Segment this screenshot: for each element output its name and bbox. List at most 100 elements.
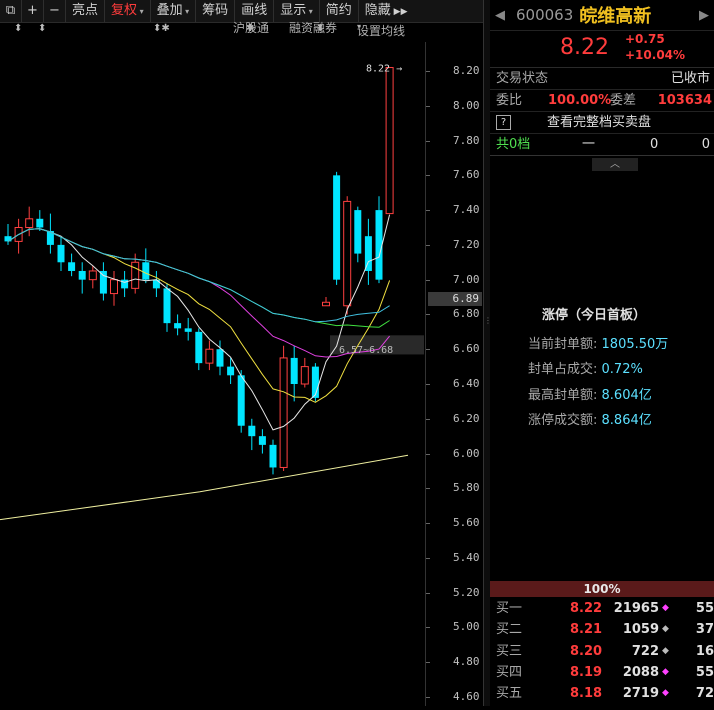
candle-body bbox=[354, 210, 362, 254]
margin-trading-link[interactable]: 融资融券 bbox=[289, 19, 337, 36]
candle-body bbox=[78, 270, 86, 280]
limit-info-row: 涨停成交额: 8.864亿 bbox=[528, 409, 652, 428]
chips-button[interactable]: 筹码 bbox=[196, 0, 236, 22]
bid-volume: 2719 bbox=[622, 686, 659, 702]
bid-level-label: 买二 bbox=[496, 622, 523, 638]
candle-body bbox=[227, 366, 235, 376]
last-price: 8.22 bbox=[560, 35, 609, 60]
price-tick-mark bbox=[426, 592, 430, 594]
trade-status-label: 交易状态 bbox=[496, 71, 549, 86]
bid-level-label: 买三 bbox=[496, 643, 523, 659]
candle-body bbox=[57, 244, 65, 263]
full-book-row[interactable]: ? 查看完整档买卖盘 bbox=[490, 112, 714, 134]
candle-body bbox=[36, 218, 44, 228]
dropdown-arrow-icon: ▾ bbox=[306, 7, 313, 16]
zoom-in-icon[interactable]: + bbox=[22, 0, 44, 22]
limit-info-row: 封单占成交: 0.72% bbox=[528, 358, 643, 377]
ask-levels-label: 共0档 bbox=[496, 137, 531, 152]
price-box: 8.22 +0.75 +10.04% bbox=[490, 31, 714, 68]
price-tick-label: 7.60 bbox=[453, 168, 480, 182]
price-tick-mark bbox=[426, 418, 430, 420]
expand-chevron-icon[interactable]: ︿ bbox=[592, 158, 638, 171]
candle-body bbox=[279, 357, 288, 468]
price-tick-label: 4.60 bbox=[453, 690, 480, 703]
stock-header: ◀ 600063 皖维高新 ▶ bbox=[490, 0, 714, 31]
limit-up-title: 涨停（今日首板） bbox=[542, 308, 647, 323]
full-book-link[interactable]: 查看完整档买卖盘 bbox=[547, 112, 651, 133]
candle-body bbox=[290, 357, 298, 384]
candle-body bbox=[110, 279, 118, 295]
bid-row[interactable]: 买二 8.21 1059 ◆ 37 bbox=[490, 619, 714, 640]
limit-info-value: 1805.50万 bbox=[601, 337, 669, 352]
price-tick-label: 7.00 bbox=[453, 272, 480, 286]
price-change-pct: +10.04% bbox=[625, 48, 686, 62]
hide-button[interactable]: 隐藏 ▶▶ bbox=[359, 0, 414, 22]
price-tick-label: 7.20 bbox=[453, 237, 480, 251]
candle-body bbox=[216, 349, 224, 367]
price-tick-mark bbox=[426, 175, 430, 177]
order-dot-icon: ◆ bbox=[662, 624, 669, 635]
candle-body bbox=[205, 348, 214, 364]
candle-body bbox=[25, 218, 34, 229]
bid-order-count: 55 bbox=[695, 601, 714, 616]
candle-body bbox=[343, 200, 352, 307]
bid-volume: 1059 bbox=[622, 622, 659, 638]
trade-status-row: 交易状态 已收市 bbox=[490, 68, 714, 90]
bid-row[interactable]: 买一 8.22 21965 ◆ 55 bbox=[490, 598, 714, 619]
bid-order-count: 16 bbox=[695, 643, 714, 659]
overlay-dropdown[interactable]: 叠加 ▾ bbox=[151, 0, 197, 22]
overlay-label: 叠加 bbox=[156, 3, 183, 18]
zoom-out-icon[interactable]: − bbox=[44, 0, 66, 22]
ma-settings-label: 设置均线 bbox=[357, 24, 406, 38]
candle-body bbox=[364, 236, 372, 271]
kline-chart[interactable]: 8.22 → 6.57~6.68 bbox=[0, 42, 424, 706]
candle-body bbox=[385, 67, 394, 215]
next-stock-icon[interactable]: ▶ bbox=[694, 8, 714, 23]
window-restore-icon[interactable]: ⧉ bbox=[0, 0, 22, 22]
adjust-rights-dropdown[interactable]: 复权 ▾ bbox=[105, 0, 151, 22]
order-diff-value: 103634 bbox=[657, 93, 712, 108]
bid-price: 8.18 bbox=[570, 686, 603, 702]
highlight-button[interactable]: 亮点 bbox=[66, 0, 106, 22]
bid-row[interactable]: 买四 8.19 2088 ◆ 55 bbox=[490, 662, 714, 683]
bid-row[interactable]: 买三 8.20 722 ◆ 16 bbox=[490, 641, 714, 662]
price-tick-label: 6.00 bbox=[453, 446, 480, 460]
price-tick-label: 6.80 bbox=[453, 307, 480, 321]
candle-body bbox=[131, 261, 140, 289]
band-annotation: 6.57~6.68 bbox=[339, 345, 393, 356]
event-marker-icon[interactable]: ⬍ bbox=[38, 23, 46, 34]
candle-body bbox=[68, 262, 76, 271]
bid-row[interactable]: 买五 8.18 2719 ◆ 72 bbox=[490, 683, 714, 704]
order-dot-icon: ◆ bbox=[662, 603, 669, 613]
help-icon[interactable]: ? bbox=[496, 115, 511, 130]
bid-order-count: 37 bbox=[695, 622, 714, 638]
event-marker-icon[interactable]: ⬍ bbox=[14, 23, 22, 34]
quote-panel: ◀ 600063 皖维高新 ▶ 8.22 +0.75 +10.04% 交易状态 … bbox=[490, 0, 714, 706]
candle-body bbox=[142, 262, 150, 280]
order-dot-icon: ◆ bbox=[662, 688, 669, 699]
order-dot-icon: ◆ bbox=[662, 666, 669, 677]
dropdown-arrow-icon: ▾ bbox=[182, 7, 190, 16]
ma-line-long bbox=[0, 454, 409, 521]
event-marker-icon[interactable]: ⬍✱ bbox=[153, 23, 170, 34]
stock-code: 600063 bbox=[516, 6, 574, 24]
double-arrow-right-icon: ▶▶ bbox=[390, 7, 408, 17]
prev-stock-icon[interactable]: ◀ bbox=[490, 8, 510, 23]
candle-body bbox=[88, 270, 97, 281]
dropdown-arrow-icon: ▾ bbox=[357, 22, 362, 31]
price-tick-label: 5.40 bbox=[453, 550, 480, 564]
dropdown-arrow-icon: ▾ bbox=[137, 7, 144, 16]
bid-order-count: 72 bbox=[695, 686, 714, 702]
bid-level-label: 买一 bbox=[496, 601, 523, 616]
bid-price: 8.22 bbox=[570, 601, 603, 616]
price-tick-mark bbox=[426, 279, 430, 281]
price-tick-label: 7.80 bbox=[453, 133, 480, 147]
price-change: +0.75 bbox=[625, 32, 665, 46]
northbound-link[interactable]: 沪股通 bbox=[233, 19, 269, 36]
price-tick-label: 6.60 bbox=[453, 342, 480, 356]
candle-body bbox=[300, 366, 309, 385]
cursor-price-tag: 6.89 bbox=[428, 291, 482, 306]
hide-label: 隐藏 bbox=[364, 3, 391, 18]
bid-price: 8.21 bbox=[570, 622, 603, 638]
chart-subbar: ⬍ ⬍ ⬍✱ ✱ ⬍ 沪股通 融资融券 设置均线 ▾ bbox=[0, 19, 420, 42]
